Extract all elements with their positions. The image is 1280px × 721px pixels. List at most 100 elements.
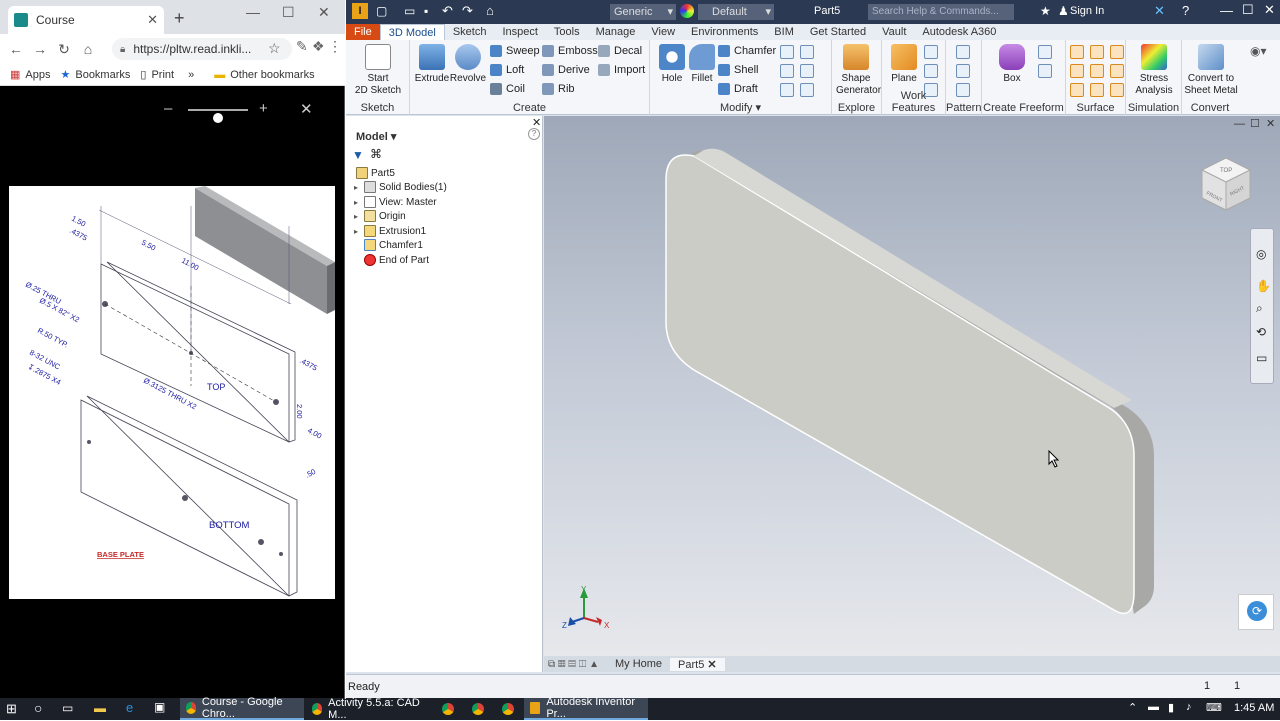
split-icon[interactable] (780, 45, 794, 59)
zoom-icon[interactable]: ⌕ (1256, 301, 1263, 316)
delete-surface-icon[interactable] (1090, 64, 1104, 78)
maximize-icon[interactable]: ☐ (282, 4, 295, 21)
zoom-in-button[interactable]: + (259, 100, 268, 117)
patch-icon[interactable] (1110, 45, 1124, 59)
taskbar-inventor[interactable]: Autodesk Inventor Pr... (524, 696, 648, 720)
sweep-button[interactable]: Sweep (490, 45, 540, 57)
sculpt-icon[interactable] (1090, 45, 1104, 59)
zoom-slider[interactable] (188, 109, 248, 123)
extrude-button[interactable]: Extrude (412, 44, 452, 85)
inv-close-icon[interactable]: ✕ (1264, 2, 1275, 18)
chrome-pinned-icon[interactable] (442, 703, 454, 715)
expand-icon[interactable]: ▸ (354, 212, 364, 221)
tab-bim[interactable]: BIM (766, 24, 802, 40)
fillet-button[interactable]: Fillet (682, 44, 722, 85)
decal-button[interactable]: Decal (598, 45, 642, 57)
reload-icon[interactable]: ↻ (52, 41, 76, 58)
close-doc-tab-icon[interactable]: ✕ (707, 659, 716, 671)
taskbar-chrome-activity[interactable]: Activity 5.5.a: CAD M... (306, 697, 430, 721)
import-button[interactable]: Import (598, 64, 645, 76)
chrome-menu-icon[interactable]: ⋮ (328, 38, 342, 55)
tree-item-origin[interactable]: ▸ Origin (354, 209, 406, 223)
tab-file[interactable]: File (346, 24, 380, 40)
store-icon[interactable]: ▣ (154, 700, 165, 714)
derive-button[interactable]: Derive (542, 64, 590, 76)
tray-volume-icon[interactable]: ♪ (1186, 701, 1192, 713)
steering-wheel-icon[interactable]: ◎ (1256, 247, 1266, 261)
tab-vault[interactable]: Vault (874, 24, 914, 40)
new-tab-button[interactable]: + (174, 9, 185, 27)
save-icon[interactable]: ▪ (424, 4, 428, 18)
tree-item-chamfer1[interactable]: Chamfer1 (364, 238, 423, 252)
pan-icon[interactable]: ✋ (1256, 279, 1271, 293)
point-icon[interactable] (924, 64, 938, 78)
loft-button[interactable]: Loft (490, 64, 524, 76)
tab-3d-model[interactable]: 3D Model (379, 24, 445, 40)
plane-button[interactable]: Plane (884, 44, 924, 85)
close-window-icon[interactable]: ✕ (318, 4, 330, 21)
tab-get-started[interactable]: Get Started (802, 24, 874, 40)
home-icon[interactable]: ⌂ (76, 41, 100, 57)
replace-face-icon[interactable] (800, 64, 814, 78)
extension-icon[interactable]: ✎ (296, 38, 308, 55)
freeform-box-button[interactable]: Box (992, 44, 1032, 85)
graphics-viewport[interactable]: — ☐ ✕ TOP FRONT RIGHT ◎ ✋ ⌕ ⟲ ▭ ⟳ Y X Z (544, 116, 1280, 656)
coil-button[interactable]: Coil (490, 83, 525, 95)
boundary-patch-icon[interactable] (1070, 83, 1084, 97)
tab-inspect[interactable]: Inspect (494, 24, 545, 40)
tab-tools[interactable]: Tools (546, 24, 588, 40)
extend-icon[interactable] (1110, 64, 1124, 78)
look-at-icon[interactable]: ▭ (1256, 351, 1267, 365)
emboss-button[interactable]: Emboss (542, 45, 598, 57)
design-doctor-button[interactable]: ⟳ (1238, 594, 1274, 630)
stitch-icon[interactable] (1070, 45, 1084, 59)
inventor-logo-icon[interactable]: I (352, 3, 368, 19)
sign-in-link[interactable]: Sign In (1070, 5, 1104, 17)
thicken-icon[interactable] (780, 64, 794, 78)
tray-overflow-icon[interactable]: ⌃ (1128, 701, 1137, 714)
draft-button[interactable]: Draft (718, 83, 758, 95)
chrome-pinned-icon-2[interactable] (472, 703, 484, 715)
tree-item-view-master[interactable]: ▸ View: Master (354, 195, 437, 209)
rectangular-pattern-icon[interactable] (956, 45, 970, 59)
material-dropdown[interactable]: Generic ▾ (610, 4, 676, 20)
close-viewer-button[interactable]: ✕ (300, 100, 313, 118)
convert-sheet-metal-button[interactable]: Convert to Sheet Metal (1184, 44, 1238, 97)
tray-network-icon[interactable]: ▬ (1148, 701, 1159, 713)
chamfer-button[interactable]: Chamfer (718, 45, 776, 57)
expand-icon[interactable]: ▸ (354, 227, 364, 236)
mirror-icon[interactable] (956, 83, 970, 97)
ribbon-options-icon[interactable]: ◉▾ (1250, 44, 1267, 58)
help-search-input[interactable]: Search Help & Commands... (868, 4, 1014, 20)
bookmark-bookmarks[interactable]: ★ Bookmarks (60, 68, 130, 82)
filter-icon[interactable]: ▼ (352, 148, 364, 162)
delete-face-icon[interactable] (800, 83, 814, 97)
tree-item-extrusion1[interactable]: ▸ Extrusion1 (354, 224, 426, 238)
inv-minimize-icon[interactable]: — (1220, 3, 1233, 18)
appearance-dropdown[interactable]: Default ▾ (698, 4, 774, 20)
trim-icon[interactable] (1070, 64, 1084, 78)
address-bar[interactable]: 🔒︎ https://pltw.read.inkli... (112, 38, 292, 60)
start-2d-sketch-button[interactable]: Start 2D Sketch (354, 44, 402, 97)
freeform-face-icon[interactable] (1038, 64, 1052, 78)
other-bookmarks[interactable]: ▬ Other bookmarks (214, 69, 314, 81)
taskbar-clock[interactable]: 1:45 AM (1234, 702, 1274, 714)
tree-item-part5[interactable]: Part5 (356, 166, 395, 180)
tab-view[interactable]: View (643, 24, 683, 40)
zoom-out-button[interactable]: – (164, 100, 172, 117)
help-icon[interactable]: ? (1182, 3, 1189, 18)
stress-analysis-button[interactable]: Stress Analysis (1134, 44, 1174, 97)
edge-icon[interactable]: e (126, 700, 133, 715)
redo-icon[interactable]: ↷ (462, 3, 473, 19)
cortana-icon[interactable]: ○ (34, 700, 42, 716)
extension-puzzle-icon[interactable]: ❖ (312, 38, 325, 55)
open-icon[interactable]: ▭ (404, 4, 415, 18)
tree-item-end-of-part[interactable]: End of Part (364, 253, 429, 267)
freeform-edit-icon[interactable] (1038, 45, 1052, 59)
back-icon[interactable]: ← (4, 41, 28, 57)
zoom-slider-knob[interactable] (213, 113, 223, 123)
doc-tab-my-home[interactable]: My Home (607, 658, 670, 670)
file-explorer-icon[interactable]: ▬ (94, 701, 106, 715)
chrome-pinned-icon-3[interactable] (502, 703, 514, 715)
favorites-star-icon[interactable]: ★ (1040, 4, 1051, 18)
